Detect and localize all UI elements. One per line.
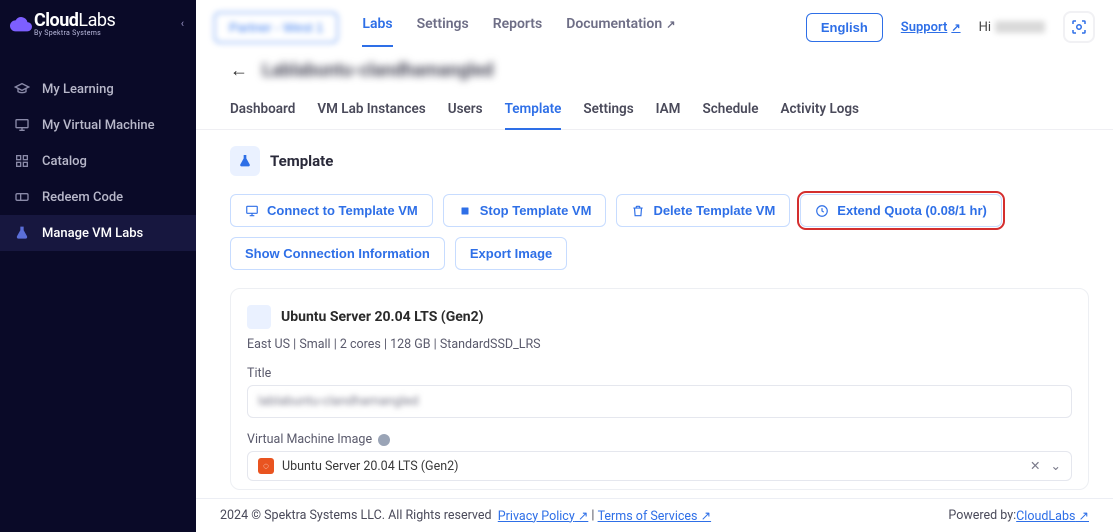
connect-template-vm-button[interactable]: Connect to Template VM [230, 194, 433, 227]
section-title: Template [270, 152, 333, 170]
cloud-logo-icon [10, 16, 32, 32]
sidebar-item-label: Redeem Code [42, 190, 123, 205]
topbar: Partner - West 1 Labs Settings Reports D… [196, 0, 1113, 46]
sidebar-nav: My Learning My Virtual Machine Catalog R… [0, 71, 196, 251]
grid-icon [14, 153, 30, 169]
ticket-icon [14, 189, 30, 205]
section-header: Template [230, 146, 1089, 176]
vmi-label: Virtual Machine Image [247, 432, 372, 447]
monitor-icon [14, 117, 30, 133]
sidebar-item-label: Catalog [42, 154, 87, 169]
sub-tabs: Dashboard VM Lab Instances Users Templat… [196, 91, 1113, 130]
sidebar-item-manage-vm-labs[interactable]: Manage VM Labs [0, 215, 196, 251]
sidebar-item-label: My Learning [42, 82, 114, 97]
scan-button[interactable] [1063, 11, 1095, 43]
subtab-schedule[interactable]: Schedule [703, 91, 759, 129]
sidebar-item-catalog[interactable]: Catalog [0, 143, 196, 179]
user-greeting: Hi [979, 20, 1045, 35]
content: Template Connect to Template VM Stop Tem… [196, 130, 1113, 532]
external-link-icon: ↗ [666, 18, 675, 31]
info-icon[interactable] [378, 434, 390, 446]
tab-reports[interactable]: Reports [493, 8, 543, 46]
title-label: Title [247, 366, 1072, 381]
support-link[interactable]: Support↗ [901, 20, 961, 35]
top-nav: Labs Settings Reports Documentation↗ [362, 8, 787, 46]
powered-by: Powered by: [948, 508, 1016, 523]
vmi-label-row: Virtual Machine Image [247, 432, 1072, 447]
sidebar-item-label: My Virtual Machine [42, 118, 155, 133]
sidebar-item-label: Manage VM Labs [42, 226, 143, 241]
sidebar: CloudLabs By Spektra Systems ‹ My Learni… [0, 0, 196, 532]
template-actions: Connect to Template VM Stop Template VM … [230, 194, 1089, 270]
clock-icon [815, 204, 829, 218]
vmi-select[interactable]: ◌ Ubuntu Server 20.04 LTS (Gen2) ✕ ⌄ [247, 451, 1072, 481]
page-title: Lablabuntu-clandhamangled [262, 60, 493, 81]
template-panel: Ubuntu Server 20.04 LTS (Gen2) East US |… [230, 288, 1089, 490]
tab-documentation[interactable]: Documentation↗ [566, 8, 675, 46]
subtab-activity-logs[interactable]: Activity Logs [780, 91, 859, 129]
subtab-dashboard[interactable]: Dashboard [230, 91, 295, 129]
chevron-down-icon[interactable]: ⌄ [1051, 458, 1061, 474]
graduation-cap-icon [14, 81, 30, 97]
sidebar-item-my-vm[interactable]: My Virtual Machine [0, 107, 196, 143]
flask-icon [230, 146, 260, 176]
language-select[interactable]: English [806, 13, 883, 42]
sidebar-item-my-learning[interactable]: My Learning [0, 71, 196, 107]
title-input[interactable]: lablabuntu-clandhamangled [247, 385, 1072, 418]
delete-template-vm-button[interactable]: Delete Template VM [616, 194, 790, 227]
subtab-users[interactable]: Users [448, 91, 483, 129]
monitor-icon [245, 204, 259, 218]
back-button[interactable]: ← [230, 60, 248, 81]
flask-icon [14, 225, 30, 241]
sidebar-collapse-icon[interactable]: ‹ [181, 17, 184, 30]
tab-settings[interactable]: Settings [417, 8, 469, 46]
subtab-template[interactable]: Template [505, 91, 562, 129]
clear-icon[interactable]: ✕ [1030, 458, 1040, 474]
ubuntu-icon: ◌ [258, 458, 274, 474]
powered-by-link[interactable]: CloudLabs ↗ [1016, 508, 1089, 524]
sidebar-item-redeem[interactable]: Redeem Code [0, 179, 196, 215]
external-link-icon: ↗ [951, 21, 960, 34]
template-os-header: Ubuntu Server 20.04 LTS (Gen2) [247, 305, 1072, 329]
stop-icon [458, 204, 472, 218]
vmi-value: Ubuntu Server 20.04 LTS (Gen2) [282, 459, 458, 474]
footer: 2024 © Spektra Systems LLC. All Rights r… [196, 498, 1113, 532]
partner-select[interactable]: Partner - West 1 [214, 12, 338, 43]
subtab-iam[interactable]: IAM [656, 91, 681, 129]
tab-labs[interactable]: Labs [362, 8, 392, 46]
subtab-settings[interactable]: Settings [583, 91, 633, 129]
privacy-policy-link[interactable]: Privacy Policy ↗ [498, 508, 589, 524]
os-title: Ubuntu Server 20.04 LTS (Gen2) [281, 309, 484, 325]
show-connection-info-button[interactable]: Show Connection Information [230, 237, 445, 270]
trash-icon [631, 204, 645, 218]
stop-template-vm-button[interactable]: Stop Template VM [443, 194, 607, 227]
os-badge-icon [247, 305, 271, 329]
export-image-button[interactable]: Export Image [455, 237, 567, 270]
extend-quota-button[interactable]: Extend Quota (0.08/1 hr) [800, 194, 1002, 227]
main: Partner - West 1 Labs Settings Reports D… [196, 0, 1113, 532]
footer-copyright: 2024 © Spektra Systems LLC. All Rights r… [220, 508, 492, 523]
breadcrumb: ← Lablabuntu-clandhamangled [196, 46, 1113, 91]
template-meta: East US | Small | 2 cores | 128 GB | Sta… [247, 337, 1072, 352]
subtab-vm-lab-instances[interactable]: VM Lab Instances [317, 91, 425, 129]
terms-link[interactable]: Terms of Services ↗ [598, 508, 712, 524]
brand-text: CloudLabs [34, 10, 115, 31]
brand: CloudLabs By Spektra Systems ‹ [0, 0, 196, 47]
